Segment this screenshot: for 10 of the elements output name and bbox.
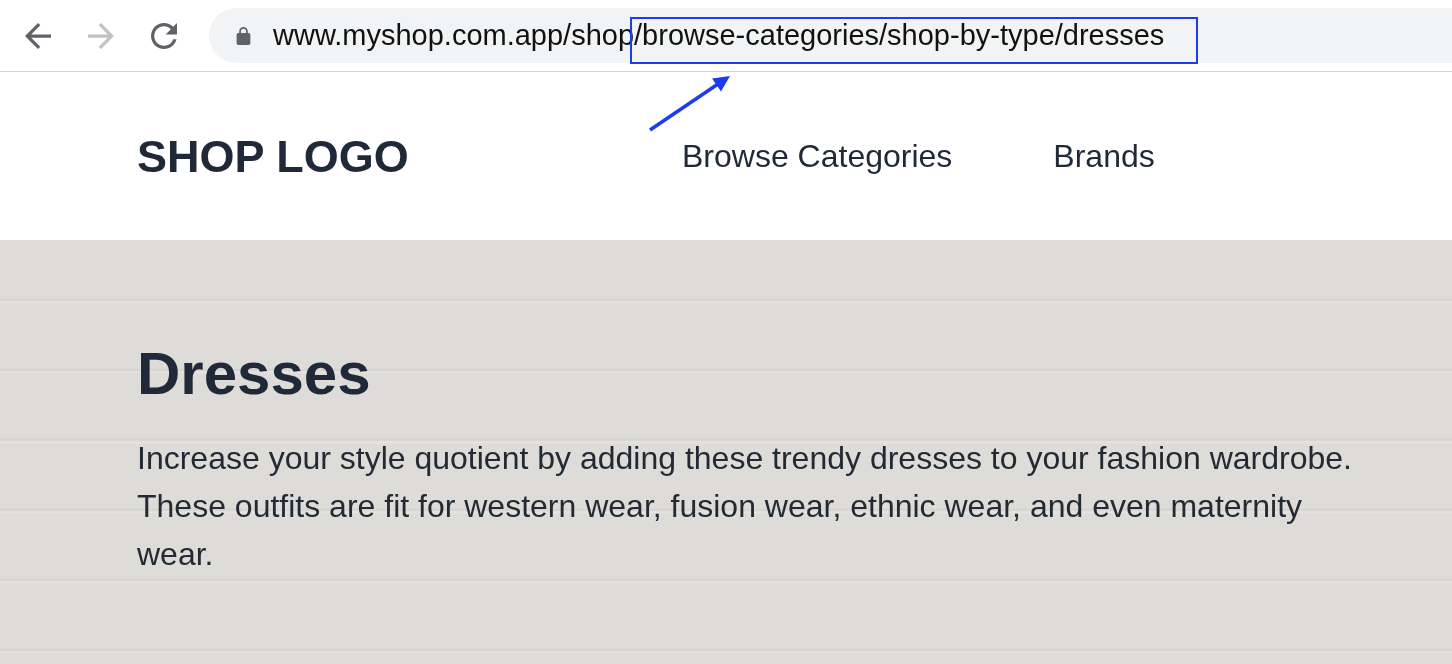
category-description: Increase your style quotient by adding these trendy dresses to your fashion wardrobe. These outfits are fit for western wear, fusion wear, ethnic wear, and even maternity wear. xyxy=(137,439,1353,574)
nav-link[interactable]: Brands xyxy=(1053,140,1155,172)
reload-button[interactable] xyxy=(151,22,177,49)
back-button[interactable] xyxy=(25,22,51,49)
shop-logo[interactable]: SHOP LOGO xyxy=(137,133,409,179)
page-title: Dresses xyxy=(137,344,371,404)
left-arrow-icon xyxy=(25,22,51,49)
nav-link[interactable]: Browse Categories xyxy=(682,140,953,172)
right-arrow-icon xyxy=(88,22,114,49)
reload-icon xyxy=(151,22,177,49)
